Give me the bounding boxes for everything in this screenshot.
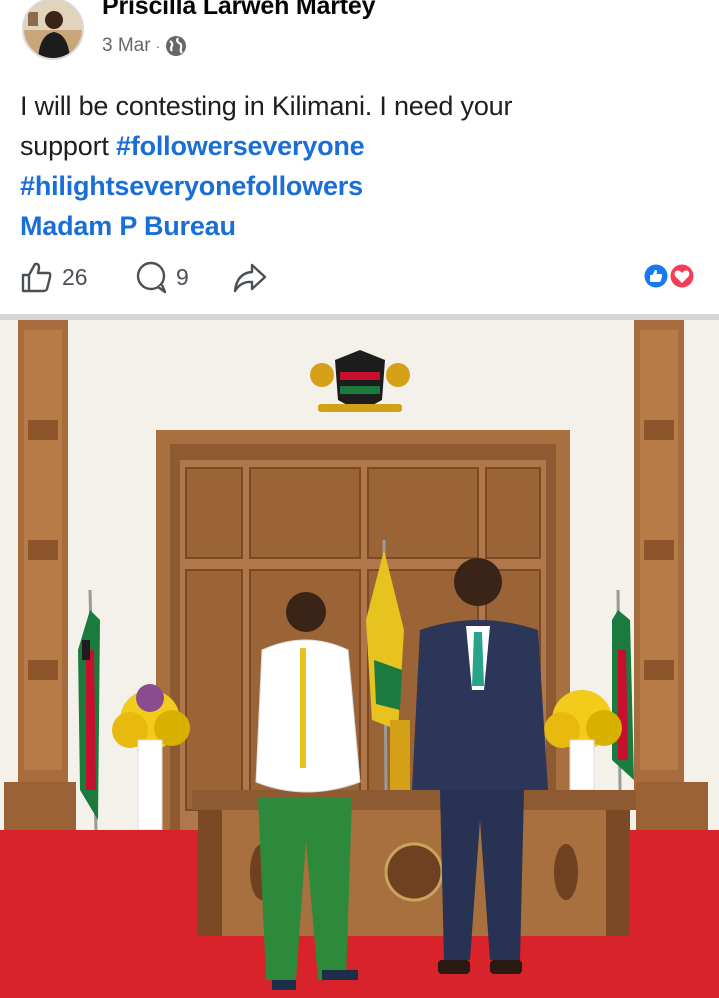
comment-icon [134,260,168,294]
post-text-line1: I will be contesting in Kilimani. I need… [20,91,513,121]
post-text-word: support [20,131,109,161]
author-name[interactable]: Priscilla Larweh Martey [102,0,376,21]
share-icon [232,260,268,294]
reactions-summary[interactable] [642,262,696,290]
meta-separator: · [155,38,161,54]
author-avatar[interactable] [22,0,84,60]
comment-count: 9 [176,263,189,290]
like-button[interactable]: 26 [20,255,88,299]
thumbs-up-icon [20,260,54,294]
post-meta: 3 Mar · [102,35,187,57]
post-actions: 26 9 [0,255,719,299]
post-photo[interactable] [0,320,719,998]
post-date[interactable]: 3 Mar [102,35,151,57]
hashtag-followerseveryone[interactable]: #followerseveryone [116,131,365,161]
share-button[interactable] [232,255,268,299]
like-count: 26 [62,263,88,290]
mention-madam-p-bureau[interactable]: Madam P Bureau [20,206,700,246]
love-reaction-icon [669,263,695,289]
comment-button[interactable]: 9 [134,255,189,299]
hashtag-hilightseveryonefollowers[interactable]: #hilightseveryonefollowers [20,166,700,206]
post-header: Priscilla Larweh Martey 3 Mar · [0,0,719,70]
post-text: I will be contesting in Kilimani. I need… [20,86,700,246]
like-reaction-icon [643,263,669,289]
globe-icon[interactable] [165,35,187,57]
